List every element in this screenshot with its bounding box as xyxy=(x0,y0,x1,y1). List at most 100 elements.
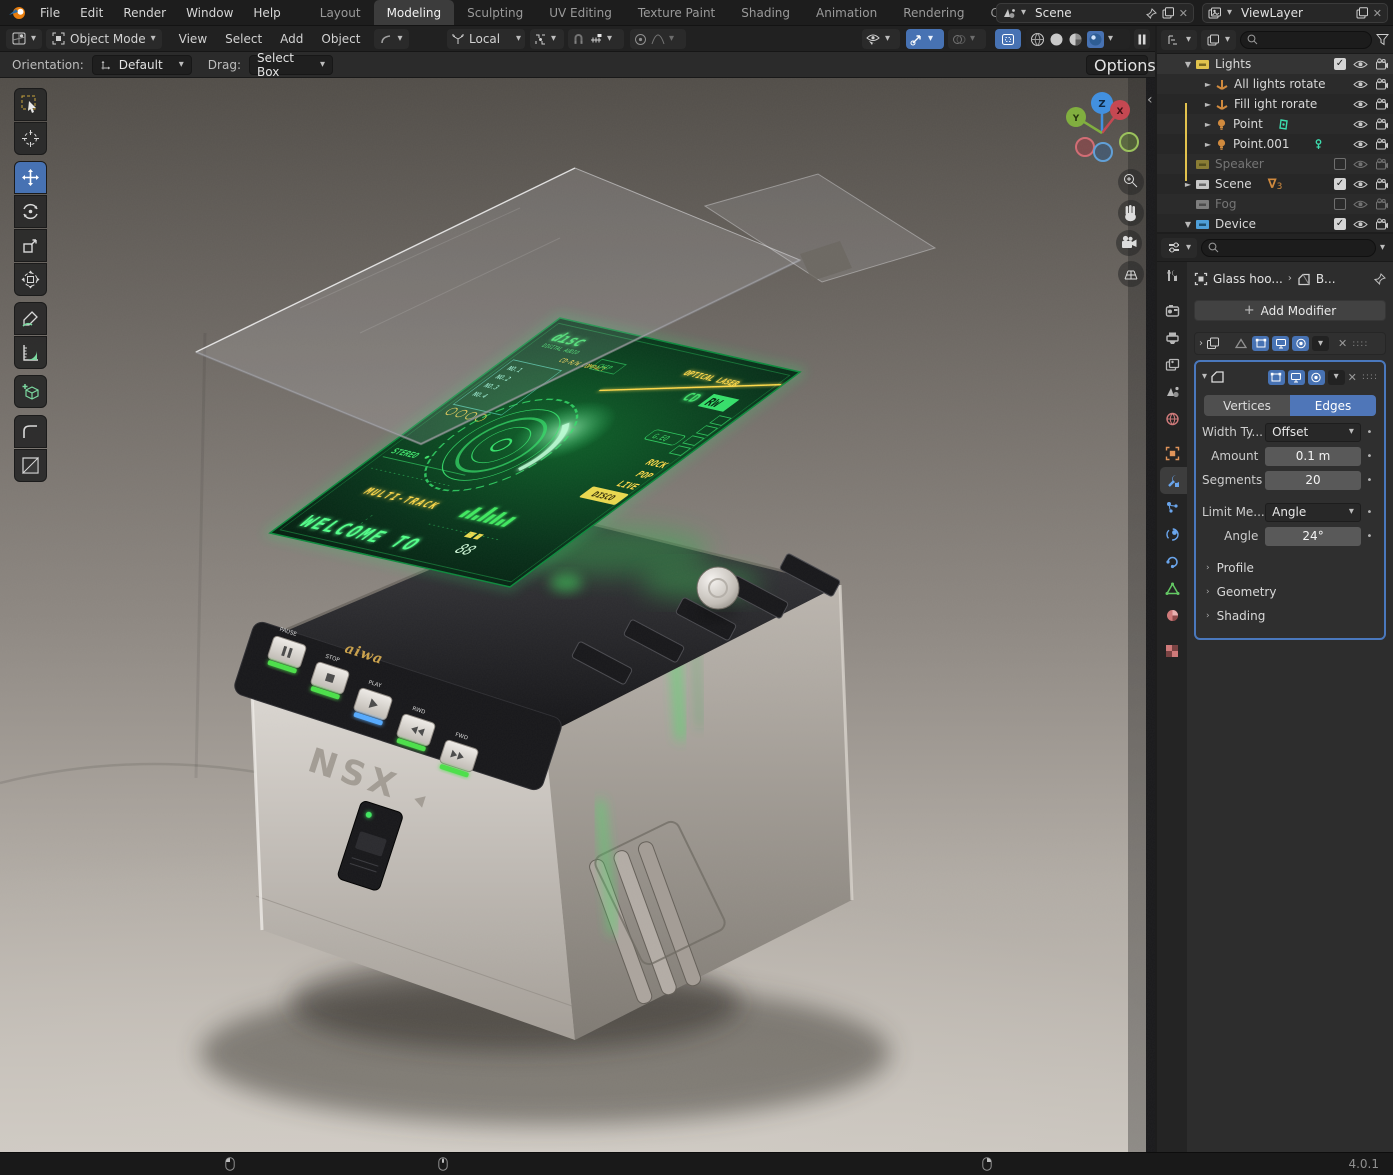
realtime-toggle[interactable] xyxy=(1287,369,1305,385)
blender-logo-icon[interactable] xyxy=(8,5,28,21)
tool-select-box[interactable] xyxy=(14,88,47,121)
properties-editor-type-button[interactable]: ▾ xyxy=(1161,237,1198,258)
outliner-display-mode-button[interactable]: ▾ xyxy=(1201,29,1237,50)
tool-header-dropdown[interactable]: ▾ xyxy=(373,28,409,49)
add-modifier-button[interactable]: + Add Modifier xyxy=(1194,300,1386,321)
close-icon[interactable]: ✕ xyxy=(1373,8,1382,19)
outliner-row-point-001[interactable]: ► Point.001 xyxy=(1157,134,1393,154)
outliner-row-fill-light-rotate[interactable]: ► Fill ight rorate xyxy=(1157,94,1393,114)
viewport-canvas[interactable]: aiwa PAUSE STOP PLAY xyxy=(0,78,1155,1152)
tool-bevel[interactable] xyxy=(14,415,47,448)
edit-mode-toggle[interactable] xyxy=(1267,369,1285,385)
delete-modifier-icon[interactable]: ✕ xyxy=(1348,372,1357,383)
outliner-row-scene[interactable]: ► Scene ∇ 3 ✓ xyxy=(1157,174,1393,194)
chevron-right-icon[interactable]: › xyxy=(1199,338,1203,349)
animate-dot[interactable]: • xyxy=(1361,451,1378,462)
outliner-row-fog[interactable]: Fog xyxy=(1157,194,1393,214)
tool-move[interactable] xyxy=(14,161,47,194)
edit-mode-toggle[interactable] xyxy=(1252,336,1269,351)
chevron-expanded-icon[interactable]: ▼ xyxy=(1181,60,1195,69)
chevron-down-icon[interactable]: ▾ xyxy=(1202,372,1207,382)
camera-icon[interactable] xyxy=(1375,138,1389,150)
tab-tool[interactable] xyxy=(1157,262,1187,289)
geometry-section-header[interactable]: › Geometry xyxy=(1202,580,1378,604)
shading-rendered-icon[interactable] xyxy=(1087,30,1104,48)
breadcrumb-modifier[interactable]: B... xyxy=(1316,272,1336,286)
camera-icon[interactable] xyxy=(1375,198,1389,210)
tab-object-data[interactable] xyxy=(1157,575,1187,602)
animate-dot[interactable]: • xyxy=(1361,475,1378,486)
tab-shading[interactable]: Shading xyxy=(728,0,803,25)
camera-icon[interactable] xyxy=(1375,58,1389,70)
viewlayer-selector[interactable]: ▾ ViewLayer ✕ xyxy=(1202,3,1388,23)
menu-file[interactable]: File xyxy=(30,0,70,25)
close-icon[interactable]: ✕ xyxy=(1179,8,1188,19)
camera-icon[interactable] xyxy=(1375,78,1389,90)
outliner-row-lights[interactable]: ▼ Lights ✓ xyxy=(1157,54,1393,74)
delete-modifier-icon[interactable]: ✕ xyxy=(1338,338,1347,349)
tab-scene[interactable] xyxy=(1157,378,1187,405)
tab-physics[interactable] xyxy=(1157,521,1187,548)
outliner-row-device[interactable]: ▼ Device ✓ xyxy=(1157,214,1393,234)
menu-edit[interactable]: Edit xyxy=(70,0,113,25)
menu-select[interactable]: Select xyxy=(216,26,271,51)
tab-render[interactable] xyxy=(1157,297,1187,324)
tab-constraints[interactable] xyxy=(1157,548,1187,575)
animate-dot[interactable]: • xyxy=(1361,507,1378,518)
segments-field[interactable]: 20 xyxy=(1265,470,1361,490)
width-type-dropdown[interactable]: Offset ▾ xyxy=(1265,422,1361,442)
mode-dropdown[interactable]: Object Mode ▾ xyxy=(46,28,162,49)
pivot-point-dropdown[interactable]: ▾ xyxy=(530,29,564,49)
outliner-editor-type-button[interactable]: ▾ xyxy=(1161,29,1198,50)
shading-solid-icon[interactable] xyxy=(1049,32,1064,47)
breadcrumb-object[interactable]: Glass hoo... xyxy=(1213,272,1283,286)
tab-texture[interactable] xyxy=(1157,637,1187,664)
collection-checkbox[interactable] xyxy=(1334,158,1346,170)
chevron-down-icon[interactable]: ▾ xyxy=(1380,242,1385,253)
animate-dot[interactable]: • xyxy=(1361,427,1378,438)
tab-particles[interactable] xyxy=(1157,494,1187,521)
animate-dot[interactable]: • xyxy=(1361,531,1378,542)
options-dropdown[interactable]: Options ▾ xyxy=(1086,55,1167,75)
drag-select[interactable]: Select Box ▾ xyxy=(248,51,333,79)
chevron-right-icon[interactable]: ► xyxy=(1201,120,1215,129)
tab-view-layer[interactable] xyxy=(1157,351,1187,378)
tab-world[interactable] xyxy=(1157,405,1187,432)
tab-texture-paint[interactable]: Texture Paint xyxy=(625,0,728,25)
filter-icon[interactable] xyxy=(1376,33,1389,46)
pause-render-button[interactable] xyxy=(1134,29,1150,49)
proportional-edit-group[interactable]: ▾ xyxy=(630,29,686,49)
limit-method-dropdown[interactable]: Angle ▾ xyxy=(1265,502,1361,522)
eye-icon[interactable] xyxy=(1353,119,1368,130)
collection-checkbox[interactable]: ✓ xyxy=(1334,58,1346,70)
angle-field[interactable]: 24° xyxy=(1265,526,1361,546)
tab-object[interactable] xyxy=(1157,440,1187,467)
snapping-group[interactable]: ▾ xyxy=(568,29,624,49)
camera-icon[interactable] xyxy=(1375,158,1389,170)
modifier-extras-button[interactable]: ▾ xyxy=(1312,336,1329,351)
tab-material[interactable] xyxy=(1157,602,1187,629)
editor-type-button[interactable]: ▾ xyxy=(6,28,43,49)
tab-layout[interactable]: Layout xyxy=(307,0,374,25)
tab-modeling[interactable]: Modeling xyxy=(373,0,455,25)
eye-icon[interactable] xyxy=(1353,219,1368,230)
proportional-icon[interactable] xyxy=(634,33,647,46)
shading-section-header[interactable]: › Shading xyxy=(1202,604,1378,628)
transform-orientation-dropdown[interactable]: Local ▾ xyxy=(447,29,525,49)
tool-annotate[interactable] xyxy=(14,302,47,335)
collection-checkbox[interactable]: ✓ xyxy=(1334,218,1346,230)
camera-icon[interactable] xyxy=(1375,118,1389,130)
tab-output[interactable] xyxy=(1157,324,1187,351)
falloff-icon[interactable] xyxy=(651,33,665,46)
on-cage-toggle[interactable] xyxy=(1232,336,1249,351)
modifier-extras-button[interactable]: ▾ xyxy=(1327,369,1345,385)
magnet-icon[interactable] xyxy=(572,33,585,46)
pin-icon[interactable] xyxy=(1145,7,1157,19)
show-overlays-dropdown[interactable]: ▾ xyxy=(948,29,986,49)
new-scene-icon[interactable] xyxy=(1162,7,1174,19)
eye-icon[interactable] xyxy=(1353,99,1368,110)
render-toggle[interactable] xyxy=(1307,369,1325,385)
outliner-search-input[interactable] xyxy=(1240,30,1372,49)
bevel-header[interactable]: ▾ ▾ ✕ :::: xyxy=(1202,367,1378,387)
chevron-right-icon[interactable]: ► xyxy=(1201,80,1215,89)
